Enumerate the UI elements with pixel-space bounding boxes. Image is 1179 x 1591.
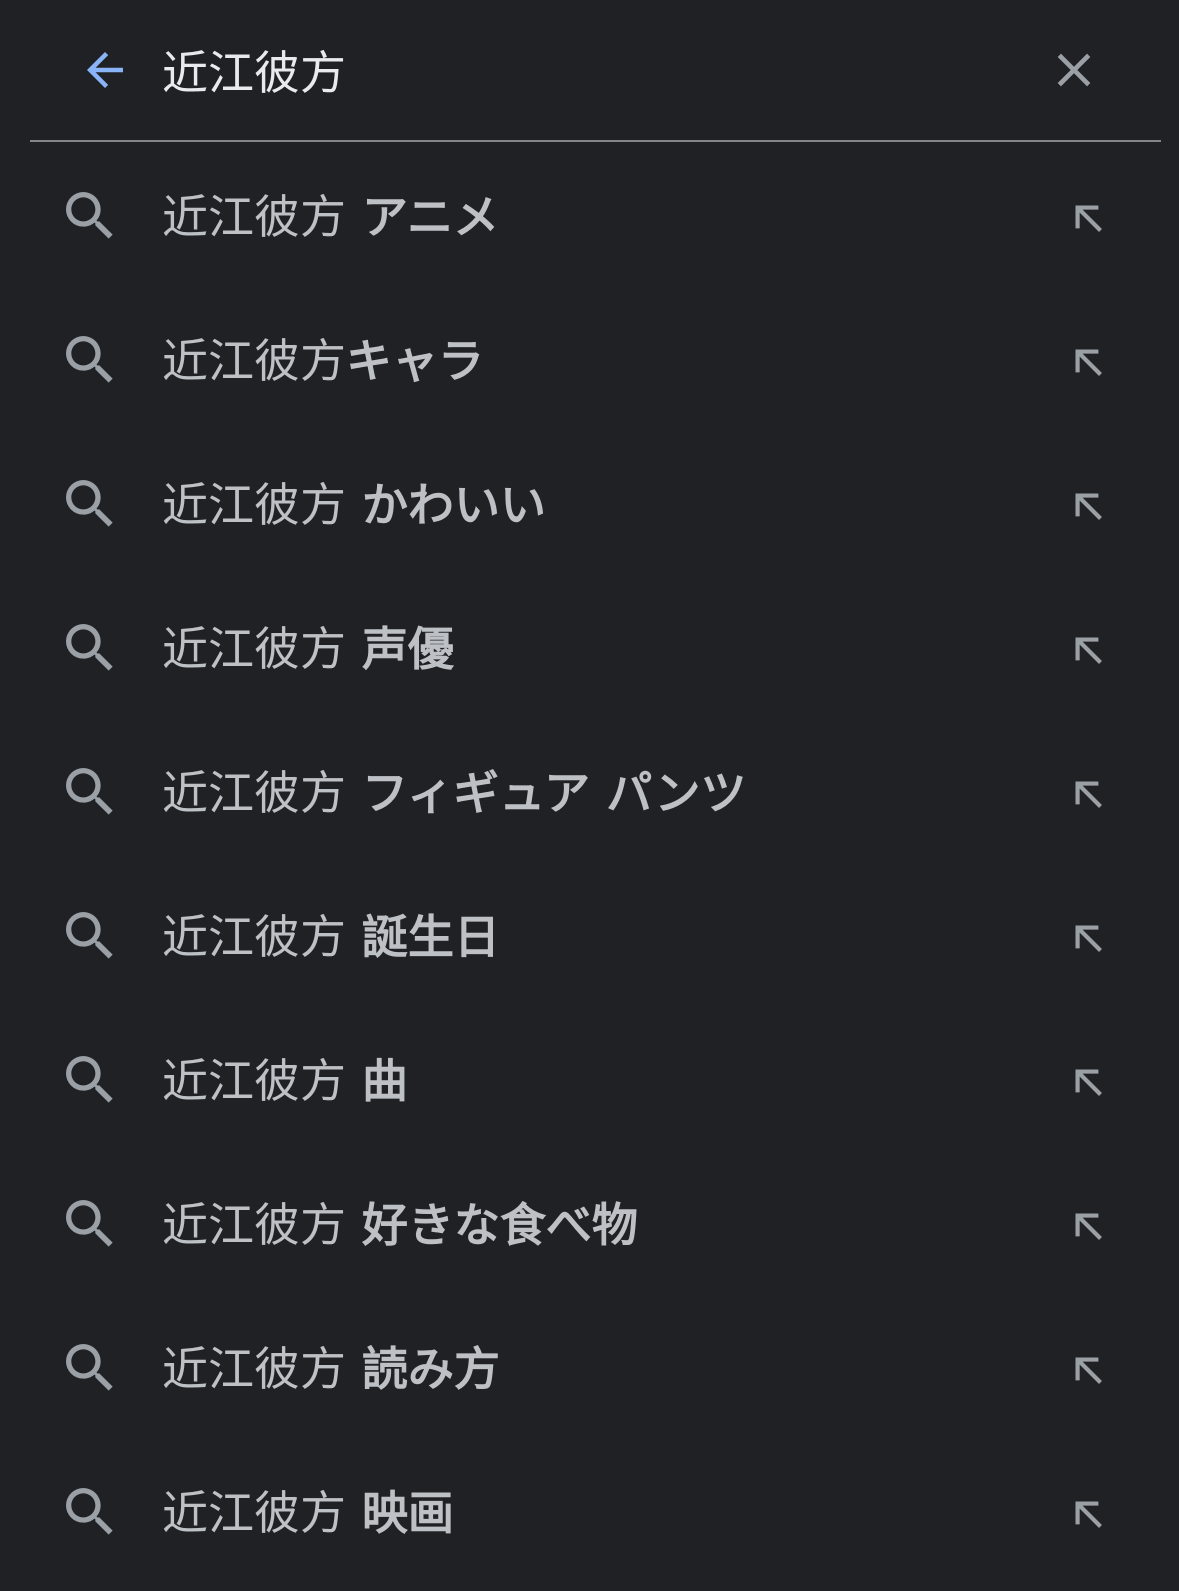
suggestion-query: 近江彼方: [162, 190, 346, 244]
suggestion-item[interactable]: 近江彼方 声優: [0, 578, 1179, 722]
suggestion-query: 近江彼方: [162, 1198, 346, 1252]
fill-query-button[interactable]: [1052, 1190, 1124, 1262]
suggestion-text: 近江彼方 誕生日: [162, 902, 500, 972]
fill-query-button[interactable]: [1052, 326, 1124, 398]
suggestion-completion: 曲: [346, 1054, 409, 1108]
arrow-up-left-icon: [1075, 637, 1102, 664]
suggestion-query: 近江彼方: [162, 1486, 346, 1540]
suggestion-completion: 映画: [346, 1486, 455, 1540]
suggestion-query: 近江彼方: [162, 1342, 346, 1396]
close-icon: [1057, 53, 1091, 87]
search-icon: [58, 184, 122, 248]
suggestion-item[interactable]: 近江彼方 映画: [0, 1442, 1179, 1586]
search-input[interactable]: [162, 34, 1022, 106]
fill-query-button[interactable]: [1052, 1046, 1124, 1118]
search-icon: [58, 1048, 122, 1112]
back-button[interactable]: [65, 30, 145, 110]
arrow-up-left-icon: [1075, 493, 1102, 520]
suggestion-completion: 読み方: [346, 1342, 501, 1396]
suggestion-query: 近江彼方: [162, 478, 346, 532]
suggestion-text: 近江彼方 好きな食べ物: [162, 1190, 638, 1260]
suggestion-query: 近江彼方: [162, 334, 346, 388]
arrow-up-left-icon: [1075, 1213, 1102, 1240]
suggestion-item[interactable]: 近江彼方 アニメ: [0, 146, 1179, 290]
suggestion-completion: フィギュア パンツ: [346, 766, 747, 820]
arrow-up-left-icon: [1075, 925, 1102, 952]
suggestion-text: 近江彼方 読み方: [162, 1334, 500, 1404]
suggestion-item[interactable]: 近江彼方 誕生日: [0, 866, 1179, 1010]
search-icon: [58, 760, 122, 824]
suggestion-completion: アニメ: [346, 190, 500, 244]
suggestion-text: 近江彼方 映画: [162, 1478, 454, 1548]
fill-query-button[interactable]: [1052, 1334, 1124, 1406]
arrow-up-left-icon: [1075, 349, 1102, 376]
suggestion-completion: 誕生日: [346, 910, 501, 964]
search-icon: [58, 904, 122, 968]
suggestion-query: 近江彼方: [162, 766, 346, 820]
suggestion-text: 近江彼方キャラ: [162, 326, 484, 396]
fill-query-button[interactable]: [1052, 470, 1124, 542]
suggestion-completion: 声優: [346, 622, 455, 676]
search-icon: [58, 472, 122, 536]
suggestion-text: 近江彼方 曲: [162, 1046, 408, 1116]
arrow-back-icon: [87, 52, 123, 88]
suggestion-text: 近江彼方 声優: [162, 614, 454, 684]
fill-query-button[interactable]: [1052, 614, 1124, 686]
clear-button[interactable]: [1034, 30, 1114, 110]
search-icon: [58, 1192, 122, 1256]
arrow-up-left-icon: [1075, 1501, 1102, 1528]
suggestion-query: 近江彼方: [162, 1054, 346, 1108]
search-icon: [58, 616, 122, 680]
suggestion-list: 近江彼方 アニメ 近江彼方キャラ 近江彼方 かわいい 近江彼方 声優 近江彼方 …: [0, 146, 1179, 1586]
arrow-up-left-icon: [1075, 205, 1102, 232]
search-icon: [58, 328, 122, 392]
suggestion-item[interactable]: 近江彼方 好きな食べ物: [0, 1154, 1179, 1298]
arrow-up-left-icon: [1075, 1357, 1102, 1384]
suggestion-item[interactable]: 近江彼方キャラ: [0, 290, 1179, 434]
suggestion-text: 近江彼方 フィギュア パンツ: [162, 758, 747, 828]
search-icon: [58, 1480, 122, 1544]
fill-query-button[interactable]: [1052, 1478, 1124, 1550]
suggestion-text: 近江彼方 アニメ: [162, 182, 499, 252]
search-icon: [58, 1336, 122, 1400]
suggestion-text: 近江彼方 かわいい: [162, 470, 546, 540]
suggestion-item[interactable]: 近江彼方 読み方: [0, 1298, 1179, 1442]
suggestion-item[interactable]: 近江彼方 フィギュア パンツ: [0, 722, 1179, 866]
suggestion-completion: かわいい: [346, 478, 547, 532]
suggestion-item[interactable]: 近江彼方 かわいい: [0, 434, 1179, 578]
suggestion-query: 近江彼方: [162, 910, 346, 964]
suggestion-completion: キャラ: [346, 334, 484, 388]
fill-query-button[interactable]: [1052, 902, 1124, 974]
arrow-up-left-icon: [1075, 1069, 1102, 1096]
suggestion-completion: 好きな食べ物: [346, 1198, 639, 1252]
suggestion-query: 近江彼方: [162, 622, 346, 676]
search-bar: [30, 0, 1161, 142]
fill-query-button[interactable]: [1052, 758, 1124, 830]
fill-query-button[interactable]: [1052, 182, 1124, 254]
arrow-up-left-icon: [1075, 781, 1102, 808]
suggestion-item[interactable]: 近江彼方 曲: [0, 1010, 1179, 1154]
